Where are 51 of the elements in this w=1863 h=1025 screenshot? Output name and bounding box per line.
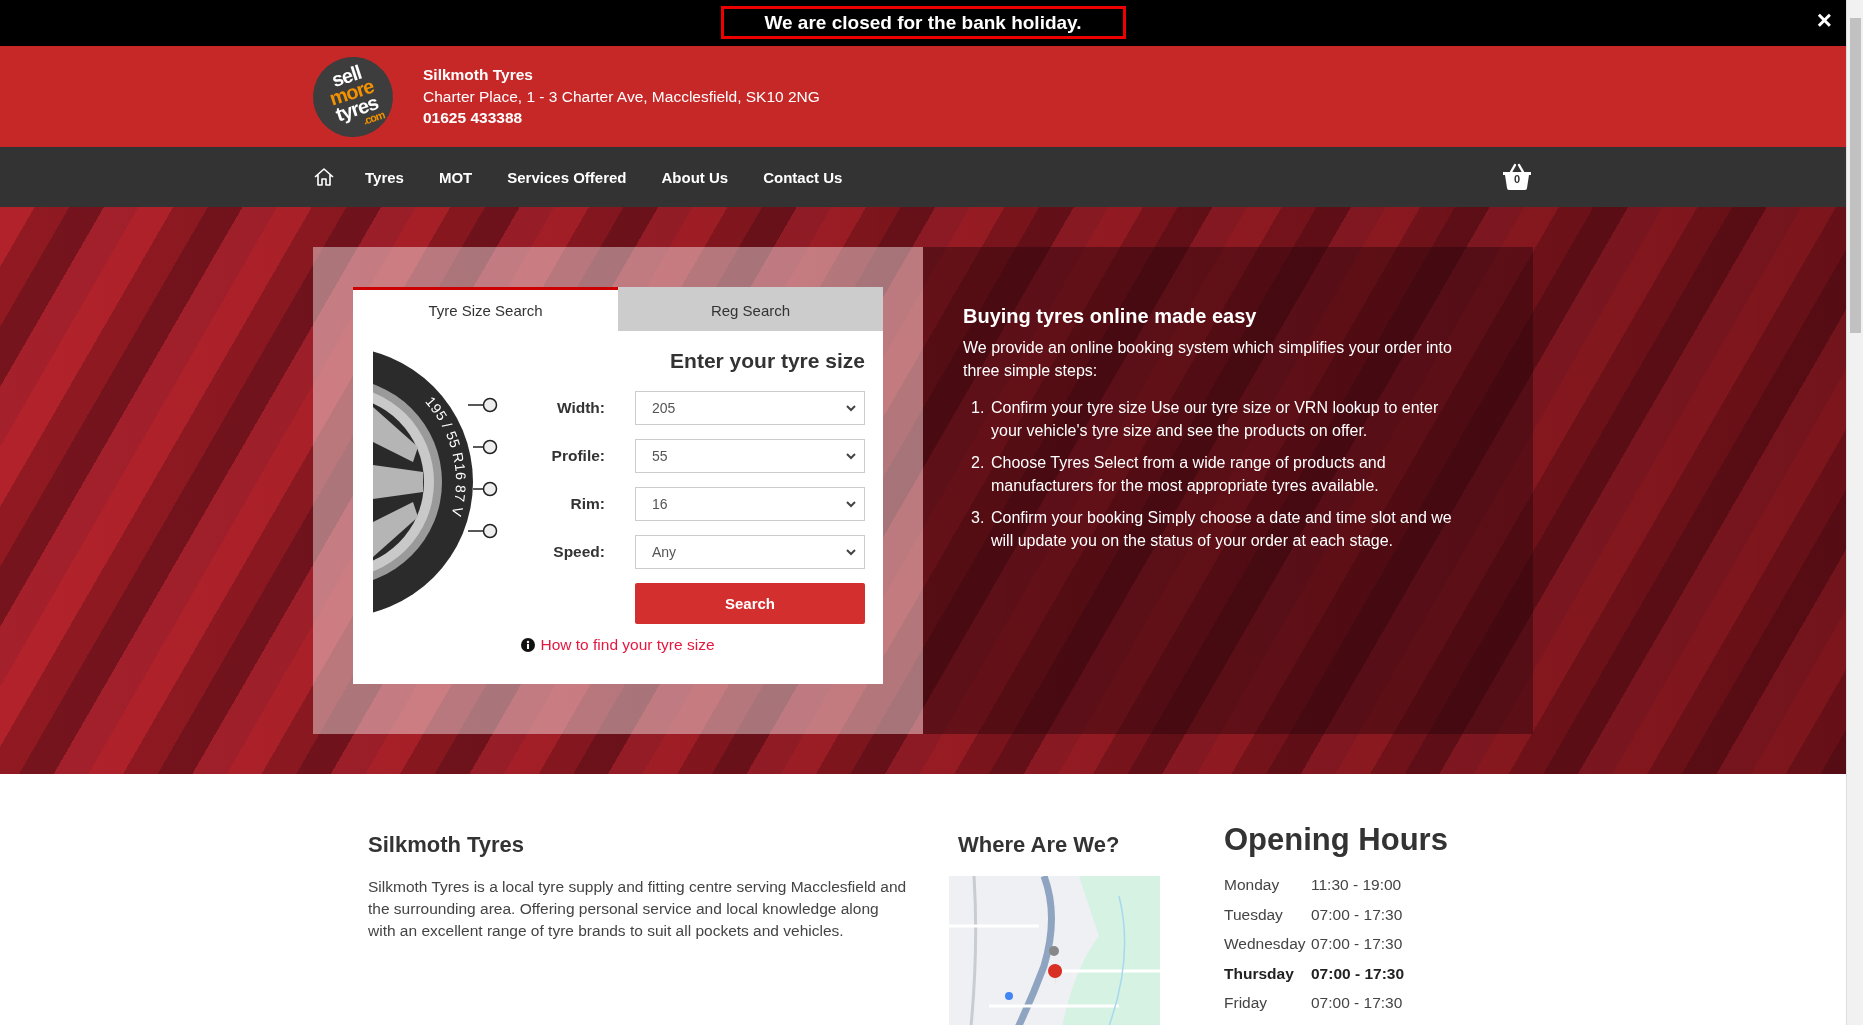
chevron-icon <box>846 500 856 508</box>
basket-count: 0 <box>1512 173 1522 185</box>
day-label: Monday <box>1224 875 1281 895</box>
form-heading: Enter your tyre size <box>669 349 865 373</box>
chevron-icon <box>846 404 856 412</box>
nav-link[interactable]: MOT <box>438 168 473 186</box>
field-label: Profile: <box>550 447 605 465</box>
dropdown-field[interactable]: Any <box>635 535 865 569</box>
chevron-icon <box>846 452 856 460</box>
about-text: Silkmoth Tyres is a local tyre supply and fitting centre serving Macclesfield and the surrounding area. Offering personal service and local knowledge along with an excellent range of tyre brands to suit all pockets and vehicles. <box>368 877 908 941</box>
hours-text: 07:00 - 17:30 <box>1311 993 1403 1013</box>
field-label: Speed: <box>552 543 605 561</box>
hours-text: 07:00 - 17:30 <box>1311 904 1403 925</box>
intro-text: We provide an online booking system which simplifies your order into three simple steps: <box>963 338 1453 381</box>
info-icon <box>521 638 536 652</box>
search-button[interactable]: Search <box>635 583 865 624</box>
hours-text: 07:00 - 17:30 <box>1311 934 1403 954</box>
nav-link[interactable]: About Us <box>661 168 729 186</box>
step-text: Confirm your tyre size Use our tyre size or VRN lookup to enter your vehicle's tyre size and see the products on offer. <box>991 398 1440 441</box>
field-label: Rim: <box>569 495 605 513</box>
nav-link[interactable]: Tyres <box>365 168 404 186</box>
tab[interactable]: Reg Search <box>618 287 883 331</box>
section-heading: Where Are We? <box>958 832 1121 858</box>
intro-heading: Buying tyres online made easy <box>963 305 1258 328</box>
phone-number: 01625 433388 <box>423 108 524 129</box>
business-name: Silkmoth Tyres <box>423 65 534 86</box>
nav-link[interactable]: Services Offered <box>507 168 627 186</box>
day-label: Wednesday <box>1224 934 1306 954</box>
day-label: Thursday <box>1224 963 1295 984</box>
step-text: Choose Tyres Select from a wide range of products and manufacturers for the most appropriate tyres available. <box>991 453 1387 496</box>
day-label: Friday <box>1224 993 1269 1013</box>
dropdown-field[interactable]: 16 <box>635 487 865 521</box>
dropdown-field[interactable]: 55 <box>635 439 865 473</box>
step-text: Confirm your booking Simply choose a date and time slot and we will update you on the status of your order at each stage. <box>991 508 1453 551</box>
section-heading: Silkmoth Tyres <box>368 832 526 858</box>
step-number: 2. <box>971 453 986 473</box>
nav-link[interactable]: Contact Us <box>763 168 843 186</box>
chevron-icon <box>846 548 856 556</box>
home-icon[interactable] <box>313 166 335 188</box>
hours-text: 07:00 - 17:30 <box>1311 963 1405 984</box>
step-number: 1. <box>971 398 986 418</box>
day-label: Tuesday <box>1224 904 1284 925</box>
help-link[interactable]: How to find your tyre size <box>540 636 715 654</box>
dropdown-field[interactable]: 205 <box>635 391 865 425</box>
notice-banner: We are closed for the bank holiday. <box>720 6 1126 39</box>
step-number: 3. <box>971 508 986 528</box>
business-address: Charter Place, 1 - 3 Charter Ave, Macclesfield, SK10 2NG <box>423 86 820 107</box>
opening-hours-heading: Opening Hours <box>1224 822 1449 858</box>
close-button[interactable]: × <box>1816 6 1832 34</box>
hours-text: 11:30 - 19:00 <box>1311 875 1402 895</box>
field-label: Width: <box>555 399 605 417</box>
